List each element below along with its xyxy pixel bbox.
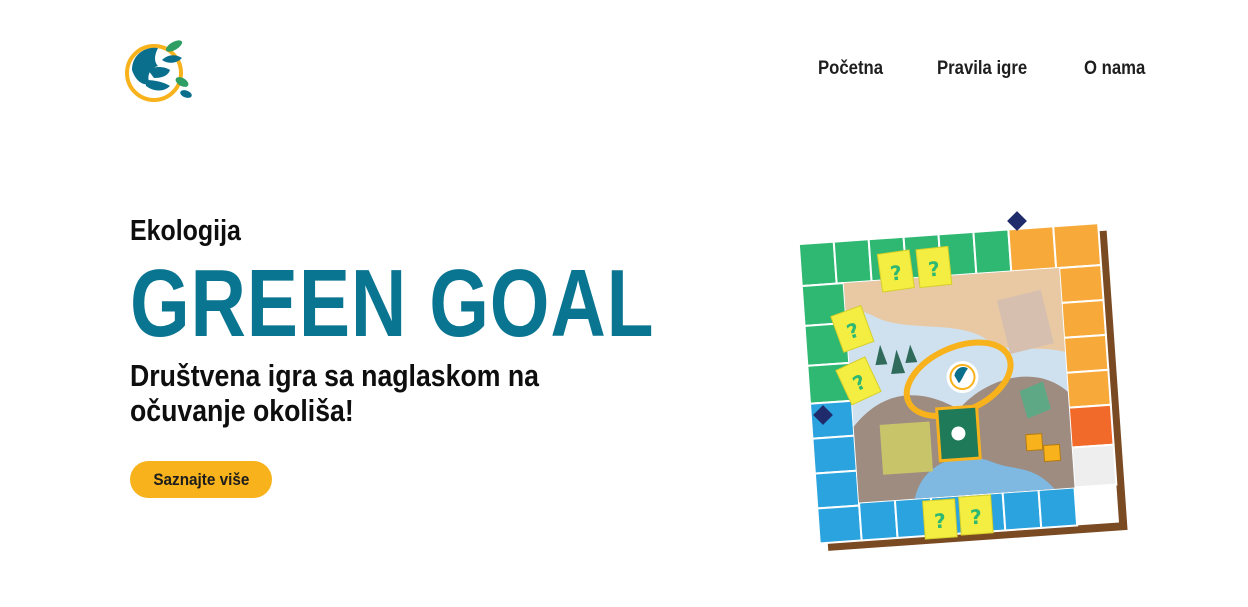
logo-hand-leaves-icon: [125, 40, 192, 102]
nav-home[interactable]: Početna: [818, 58, 883, 80]
hero-section: Ekologija GREEN GOAL Društvena igra sa n…: [130, 215, 785, 428]
learn-more-label: Saznajte više: [152, 469, 250, 489]
main-nav: Početna Pravila igre O nama: [818, 58, 1154, 80]
logo[interactable]: [124, 40, 194, 106]
hero-title: GREEN GOAL: [130, 250, 655, 357]
board-game-illustration: ? ? ? ? ? ?: [788, 208, 1168, 578]
question-card: ?: [969, 505, 982, 530]
learn-more-button[interactable]: Saznajte više: [130, 461, 272, 498]
hero-eyebrow: Ekologija: [130, 215, 241, 247]
question-card: ?: [933, 509, 946, 534]
nav-game-rules[interactable]: Pravila igre: [937, 58, 1027, 80]
question-card: ?: [927, 256, 941, 281]
hero-subtitle: Društvena igra sa naglaskom na očuvanje …: [130, 358, 539, 428]
nav-about-us[interactable]: O nama: [1084, 58, 1145, 80]
